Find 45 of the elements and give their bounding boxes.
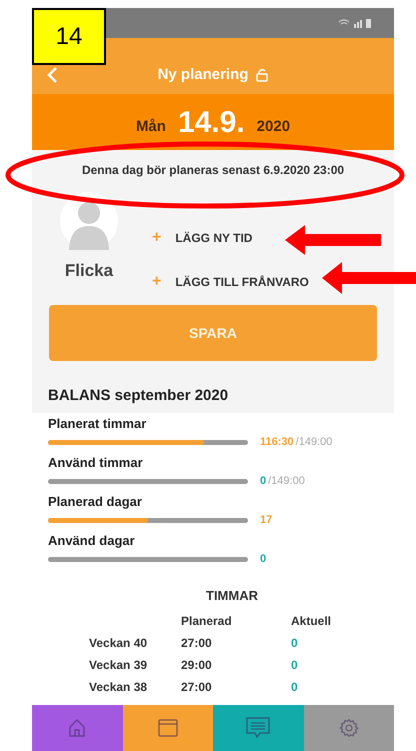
nav-tab[interactable] <box>32 705 122 751</box>
week-label: Veckan 39 <box>89 656 148 674</box>
annotation-badge: 14 <box>32 8 106 65</box>
balance-value: 17 <box>260 512 272 528</box>
home-icon <box>68 718 86 738</box>
column-header: Planerad <box>181 612 233 630</box>
planned-hours: 27:00 <box>181 678 213 696</box>
add-action-link[interactable]: + LÄGG TILL FRÅNVARO <box>152 270 309 294</box>
deadline-notice: Denna dag bör planeras senast 6.9.2020 23:00 <box>82 162 344 179</box>
avatar-icon <box>60 192 118 250</box>
nav-tab[interactable] <box>213 705 304 751</box>
date-year: 2020 <box>256 116 290 136</box>
plus-icon: + <box>152 226 162 250</box>
week-label: Veckan 38 <box>89 678 148 696</box>
actual-hours: 0 <box>291 656 299 674</box>
balance-label: Planerat timmar <box>48 415 148 433</box>
plus-icon: + <box>152 270 162 294</box>
balance-label: Planerad dagar <box>48 493 143 511</box>
screen-title: Ny planering <box>158 64 248 85</box>
balance-value: 0 <box>260 474 266 489</box>
planned-hours: 27:00 <box>181 634 213 652</box>
nav-tab[interactable] <box>122 705 213 751</box>
actual-hours: 0 <box>291 634 299 652</box>
balance-total: /149:00 <box>268 474 305 489</box>
balance-value: 116:30 <box>260 434 294 450</box>
column-header: Aktuell <box>291 612 332 630</box>
back-icon[interactable] <box>46 66 58 84</box>
balance-total: /149:00 <box>296 434 332 450</box>
calendar-icon <box>158 719 178 737</box>
weekday: Mån <box>136 116 166 136</box>
table-title: TIMMAR <box>206 587 258 605</box>
planned-hours: 29:00 <box>181 656 213 674</box>
date-day: 14.9. <box>178 108 245 138</box>
child-name: Flicka <box>64 260 114 282</box>
week-label: Veckan 40 <box>89 634 148 652</box>
balance-title: BALANS september 2020 <box>48 386 228 406</box>
status-icons <box>338 18 372 28</box>
nav-tab[interactable] <box>304 705 394 751</box>
balance-value: 0 <box>260 552 266 567</box>
message-icon <box>246 717 270 739</box>
balance-label: Använd dagar <box>48 532 136 550</box>
add-action-link[interactable]: + LÄGG NY TID <box>152 226 252 250</box>
balance-label: Använd timmar <box>48 454 144 472</box>
settings-icon <box>338 718 359 738</box>
actual-hours: 0 <box>291 678 299 696</box>
